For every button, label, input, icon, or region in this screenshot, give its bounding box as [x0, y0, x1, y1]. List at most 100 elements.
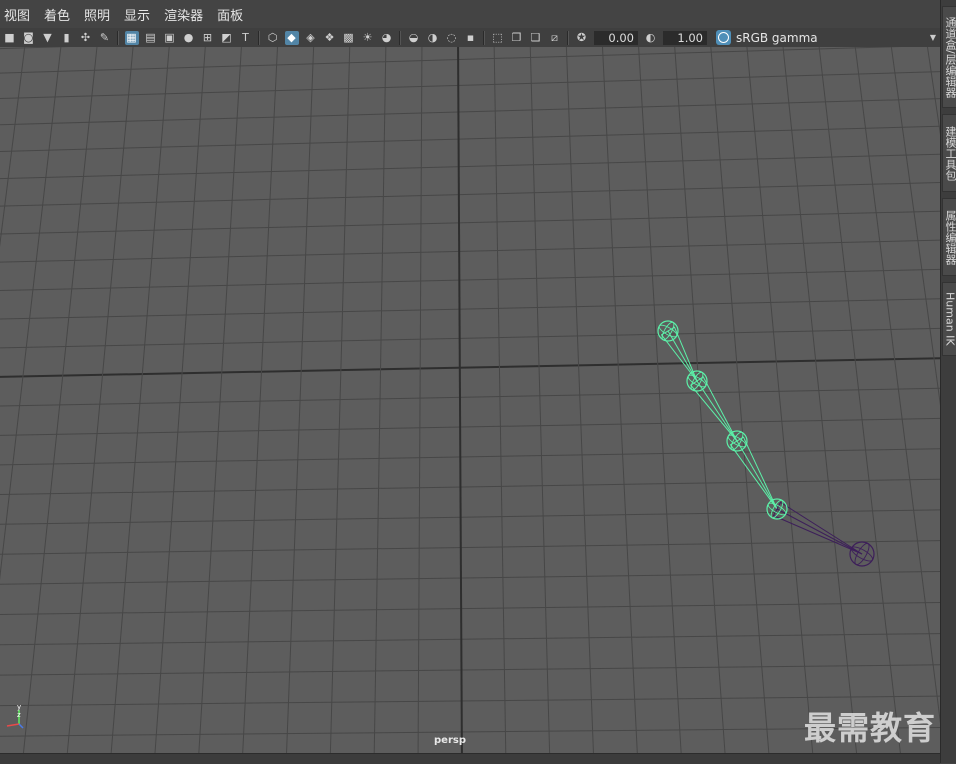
isolate-select-icon[interactable]: ⬚: [491, 31, 505, 45]
grid-line: [638, 47, 682, 753]
xray-joints-icon[interactable]: ⧄: [548, 31, 562, 45]
shadows-icon[interactable]: ☀: [361, 31, 375, 45]
2d-pan-icon[interactable]: ✣: [79, 31, 93, 45]
grid-line: [0, 98, 940, 125]
bookmark-icon[interactable]: ▼: [41, 31, 55, 45]
grid-line: [154, 47, 206, 753]
grid-line: [110, 47, 170, 753]
grease-pencil-icon[interactable]: ✎: [98, 31, 112, 45]
grid-line: [198, 47, 242, 753]
menu-view[interactable]: 视图: [0, 5, 37, 24]
panel-menu-bar: 视图 着色 照明 显示 渲染器 面板: [0, 0, 940, 28]
grid-line: [0, 696, 940, 706]
grid-line: [566, 47, 594, 753]
axis-z-label: z: [17, 711, 21, 719]
wireframe-on-shaded-icon[interactable]: ◈: [304, 31, 318, 45]
xray-icon[interactable]: ❐: [510, 31, 524, 45]
resolution-gate-icon[interactable]: ▣: [163, 31, 177, 45]
menu-lighting[interactable]: 照明: [77, 5, 117, 24]
grid-line: [602, 47, 638, 753]
camera-name-label: persp: [434, 735, 466, 746]
gate-mask-icon[interactable]: ●: [182, 31, 196, 45]
textured-icon[interactable]: ❖: [323, 31, 337, 45]
screen-space-ao-icon[interactable]: ◒: [407, 31, 421, 45]
grid-line: [0, 328, 940, 348]
image-plane-icon[interactable]: ▮: [60, 31, 74, 45]
grid-axis-line: [458, 47, 462, 753]
grid-line: [0, 47, 940, 73]
motion-blur-icon[interactable]: ◑: [426, 31, 440, 45]
grid-icon[interactable]: ▦: [125, 31, 139, 45]
use-all-lights-icon[interactable]: ▩: [342, 31, 356, 45]
grid-line: [0, 479, 940, 495]
grid-line: [0, 571, 940, 584]
gamma-icon[interactable]: ◐: [644, 31, 658, 45]
scene-canvas[interactable]: [0, 47, 940, 753]
grid-line: [782, 47, 858, 753]
chevron-down-icon[interactable]: ▼: [930, 33, 936, 42]
safe-title-icon[interactable]: T: [239, 31, 253, 45]
camera-icon[interactable]: ■: [3, 31, 17, 45]
exposure-icon[interactable]: ✪: [575, 31, 589, 45]
grid-line: [374, 47, 386, 753]
view-axis-indicator: y z: [3, 702, 29, 732]
grid-line: [818, 47, 902, 753]
xray-active-icon[interactable]: ❑: [529, 31, 543, 45]
joint-chain[interactable]: [658, 321, 875, 567]
grid-line: [0, 540, 940, 554]
axis-y-label: y: [17, 703, 21, 711]
color-management-icon[interactable]: [716, 30, 731, 45]
smooth-shade-icon[interactable]: ◆: [285, 31, 299, 45]
grid-line: [494, 47, 506, 753]
grid-line: [0, 71, 940, 98]
dock-tab-channel-box[interactable]: 通道盒/层编辑器: [942, 6, 956, 108]
grid-line: [0, 633, 940, 644]
panel-toolbar: ■ ◙ ▼ ▮ ✣ ✎ ▦ ▤ ▣ ● ⊞ ◩ T ⬡ ◆ ◈ ❖ ▩ ☀ ◕ …: [0, 28, 940, 47]
grid-line: [890, 47, 940, 753]
dock-tab-label: 属性编辑器: [942, 210, 956, 265]
watermark-text: 最需教育: [804, 703, 936, 749]
grid-axis-line: [0, 358, 940, 377]
camera-attributes-icon[interactable]: ◙: [22, 31, 36, 45]
grid-line: [926, 47, 940, 753]
wireframe-icon[interactable]: ⬡: [266, 31, 280, 45]
gamma-field[interactable]: 1.00: [663, 31, 707, 45]
dock-tab-attribute-editor[interactable]: 属性编辑器: [942, 198, 956, 276]
grid-line: [0, 449, 940, 465]
grid-line: [0, 154, 940, 179]
view-transform-select[interactable]: sRGB gamma: [736, 31, 818, 45]
depth-of-field-icon[interactable]: ▪: [464, 31, 478, 45]
menu-shading[interactable]: 着色: [37, 5, 77, 24]
grid-line: [0, 510, 940, 525]
maya-viewport-window: 视图 着色 照明 显示 渲染器 面板 ■ ◙ ▼ ▮ ✣ ✎ ▦ ▤ ▣ ● ⊞…: [0, 0, 956, 763]
toolbar-separator: [117, 31, 119, 45]
grid-line: [0, 126, 940, 152]
light-icon[interactable]: ◕: [380, 31, 394, 45]
perspective-viewport[interactable]: y z persp 最需教育: [0, 47, 940, 753]
multisample-aa-icon[interactable]: ◌: [445, 31, 459, 45]
ground-grid: [0, 47, 940, 753]
bone-axis: [668, 331, 697, 381]
grid-line: [0, 299, 940, 320]
menu-panels[interactable]: 面板: [210, 5, 250, 24]
toolbar-separator: [399, 31, 401, 45]
grid-line: [418, 47, 422, 753]
menu-renderer[interactable]: 渲染器: [157, 5, 210, 24]
exposure-field[interactable]: 0.00: [594, 31, 638, 45]
grid-line: [0, 269, 940, 291]
safe-action-icon[interactable]: ◩: [220, 31, 234, 45]
field-chart-icon[interactable]: ⊞: [201, 31, 215, 45]
viewport-bottom-border: [0, 753, 940, 764]
grid-line: [854, 47, 940, 753]
grid-line: [530, 47, 550, 753]
menu-show[interactable]: 显示: [117, 5, 157, 24]
dock-tab-label: 通道盒/层编辑器: [942, 17, 956, 98]
grid-line: [66, 47, 134, 753]
grid-line: [0, 418, 940, 435]
bone-segment[interactable]: [731, 437, 777, 509]
dock-tab-human-ik[interactable]: Human IK: [942, 282, 956, 356]
film-gate-icon[interactable]: ▤: [144, 31, 158, 45]
dock-tab-modeling-toolkit[interactable]: 建模工具包: [942, 114, 956, 192]
toolbar-separator: [567, 31, 569, 45]
grid-line: [0, 211, 940, 234]
